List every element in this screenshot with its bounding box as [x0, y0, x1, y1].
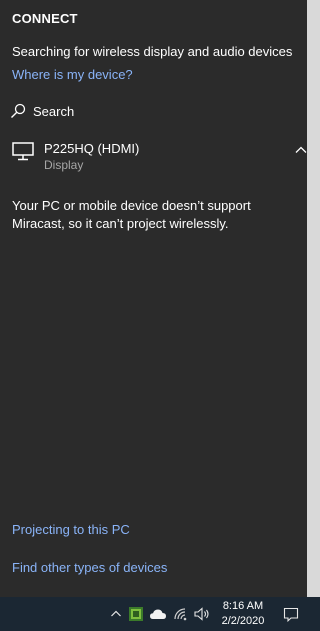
device-type: Display — [44, 158, 84, 172]
tray-app-button[interactable] — [126, 597, 146, 631]
network-button[interactable] — [171, 597, 191, 631]
connect-panel: CONNECT Searching for wireless display a… — [0, 0, 307, 597]
clock-date: 2/2/2020 — [221, 615, 265, 627]
device-name: P225HQ (HDMI) — [44, 141, 140, 156]
projecting-to-this-pc-link[interactable]: Projecting to this PC — [12, 522, 130, 537]
taskbar-clock[interactable]: 8:16 AM 2/2/2020 — [218, 599, 268, 629]
search-label: Search — [33, 103, 75, 119]
volume-button[interactable] — [192, 597, 212, 631]
chevron-up-icon — [111, 610, 121, 617]
search-status: Searching for wireless display and audio… — [12, 44, 293, 59]
monitor-icon — [12, 142, 34, 161]
search-icon — [11, 103, 26, 118]
show-hidden-icons-button[interactable] — [106, 597, 126, 631]
search-button[interactable]: Search — [10, 100, 130, 122]
cloud-icon — [150, 609, 166, 619]
device-item[interactable]: P225HQ (HDMI) Display — [0, 136, 307, 174]
app-icon — [129, 607, 143, 621]
desktop-edge — [307, 0, 320, 597]
miracast-message: Your PC or mobile device doesn’t support… — [12, 198, 251, 231]
wifi-icon — [174, 608, 187, 621]
taskbar: 8:16 AM 2/2/2020 — [0, 597, 320, 631]
onedrive-button[interactable] — [148, 597, 168, 631]
clock-time: 8:16 AM — [222, 600, 264, 612]
chevron-up-icon[interactable] — [294, 143, 308, 157]
action-center-button[interactable] — [280, 597, 302, 631]
notification-icon — [283, 607, 299, 622]
speaker-icon — [194, 607, 209, 621]
where-is-my-device-link[interactable]: Where is my device? — [12, 67, 133, 82]
panel-title: CONNECT — [12, 11, 78, 26]
find-other-devices-link[interactable]: Find other types of devices — [12, 560, 167, 575]
